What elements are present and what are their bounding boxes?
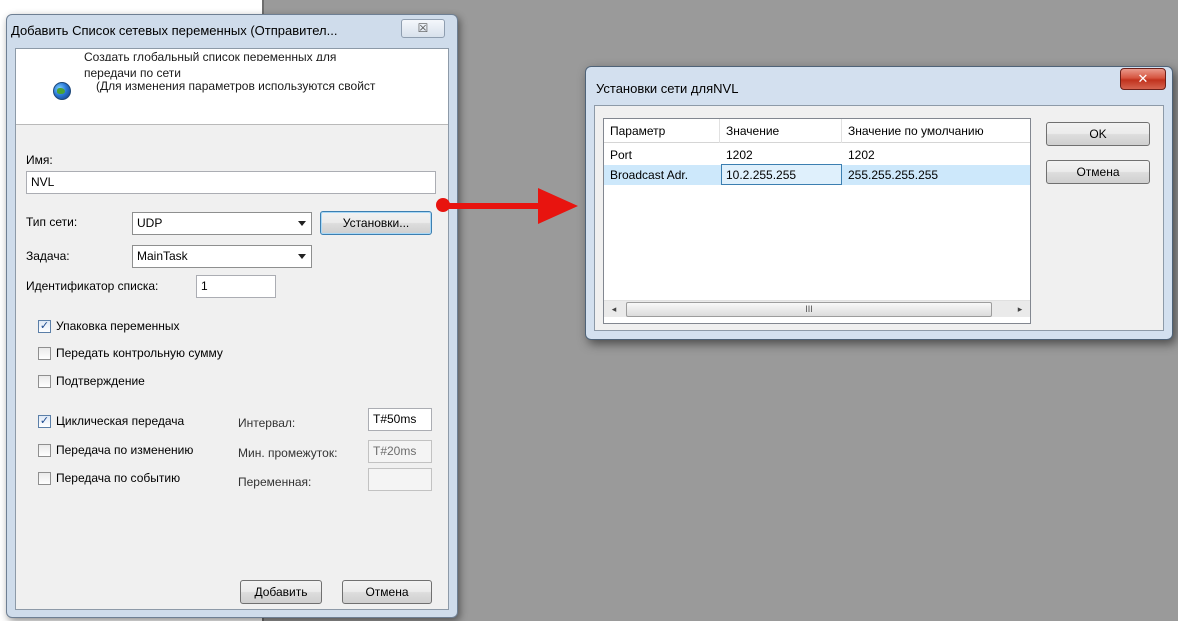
close-icon: ☒ [417,21,429,35]
min-gap-input[interactable]: T#20ms [368,440,432,463]
acknowledge-checkbox[interactable] [38,375,51,388]
network-type-value: UDP [137,216,163,230]
column-value[interactable]: Значение [720,119,842,143]
close-button[interactable]: ☒ [401,19,445,38]
pack-variables-checkbox[interactable]: ✓ [38,320,51,333]
row-broadcast-param[interactable]: Broadcast Adr. [610,168,688,182]
dialog-client: Создать глобальный список переменных для… [15,48,449,610]
horizontal-scrollbar[interactable]: ◂ III ▸ [604,300,1030,317]
row-broadcast-default: 255.255.255.255 [848,168,939,182]
annotation-arrow-line [446,203,541,209]
checksum-label: Передать контрольную сумму [56,346,223,360]
task-value: MainTask [137,249,188,263]
row-port-default: 1202 [848,148,875,162]
checksum-checkbox[interactable] [38,347,51,360]
settings-client: Параметр Значение Значение по умолчанию … [594,105,1164,331]
list-id-label: Идентификатор списка: [26,279,159,293]
scroll-grip-icon: III [805,304,813,314]
header-line-1: Создать глобальный список переменных для [84,50,337,61]
network-type-select[interactable]: UDP [132,212,312,235]
cancel-button[interactable]: Отмена [342,580,432,604]
settings-table[interactable]: Параметр Значение Значение по умолчанию … [603,118,1031,324]
scroll-left-icon[interactable]: ◂ [607,303,621,316]
header-line-3: (Для изменения параметров используются с… [96,80,376,93]
settings-dialog-title: Установки сети дляNVL [596,81,739,96]
task-select[interactable]: MainTask [132,245,312,268]
network-type-label: Тип сети: [26,215,78,229]
settings-button[interactable]: Установки... [320,211,432,235]
chevron-down-icon [298,221,306,226]
globe-icon [53,82,71,100]
variable-label: Переменная: [238,475,312,489]
row-port-param[interactable]: Port [610,148,632,162]
pack-variables-label: Упаковка переменных [56,319,180,333]
variable-input[interactable] [368,468,432,491]
row-port-value[interactable]: 1202 [726,148,753,162]
add-nvl-dialog: Добавить Список сетевых переменных (Отпр… [6,14,458,618]
table-header: Параметр Значение Значение по умолчанию [604,119,1030,143]
dialog-title: Добавить Список сетевых переменных (Отпр… [11,23,338,38]
name-label: Имя: [26,153,53,167]
interval-label: Интервал: [238,416,296,430]
name-input[interactable]: NVL [26,171,436,194]
scroll-thumb[interactable]: III [626,302,992,317]
on-change-label: Передача по изменению [56,443,194,457]
task-label: Задача: [26,249,70,263]
scroll-right-icon[interactable]: ▸ [1013,303,1027,316]
column-parameter[interactable]: Параметр [604,119,720,143]
cyclic-transmission-checkbox[interactable]: ✓ [38,415,51,428]
annotation-arrow-head [538,188,578,224]
min-gap-label: Мин. промежуток: [238,446,338,460]
on-event-label: Передача по событию [56,471,181,485]
settings-close-button[interactable]: ✕ [1120,68,1166,90]
add-button[interactable]: Добавить [240,580,322,604]
list-id-input[interactable]: 1 [196,275,276,298]
cyclic-transmission-label: Циклическая передача [56,414,185,428]
on-change-checkbox[interactable] [38,444,51,457]
dialog-header: Создать глобальный список переменных для… [16,49,448,125]
chevron-down-icon [298,254,306,259]
interval-input[interactable]: T#50ms [368,408,432,431]
ok-button[interactable]: OK [1046,122,1150,146]
row-broadcast-value[interactable]: 10.2.255.255 [726,168,796,182]
close-icon: ✕ [1137,71,1149,86]
column-default-value[interactable]: Значение по умолчанию [842,119,1030,143]
network-settings-dialog: Установки сети дляNVL ✕ Параметр Значени… [585,66,1173,340]
settings-cancel-button[interactable]: Отмена [1046,160,1150,184]
acknowledge-label: Подтверждение [56,374,145,388]
on-event-checkbox[interactable] [38,472,51,485]
header-line-2: передачи по сети [84,66,181,80]
